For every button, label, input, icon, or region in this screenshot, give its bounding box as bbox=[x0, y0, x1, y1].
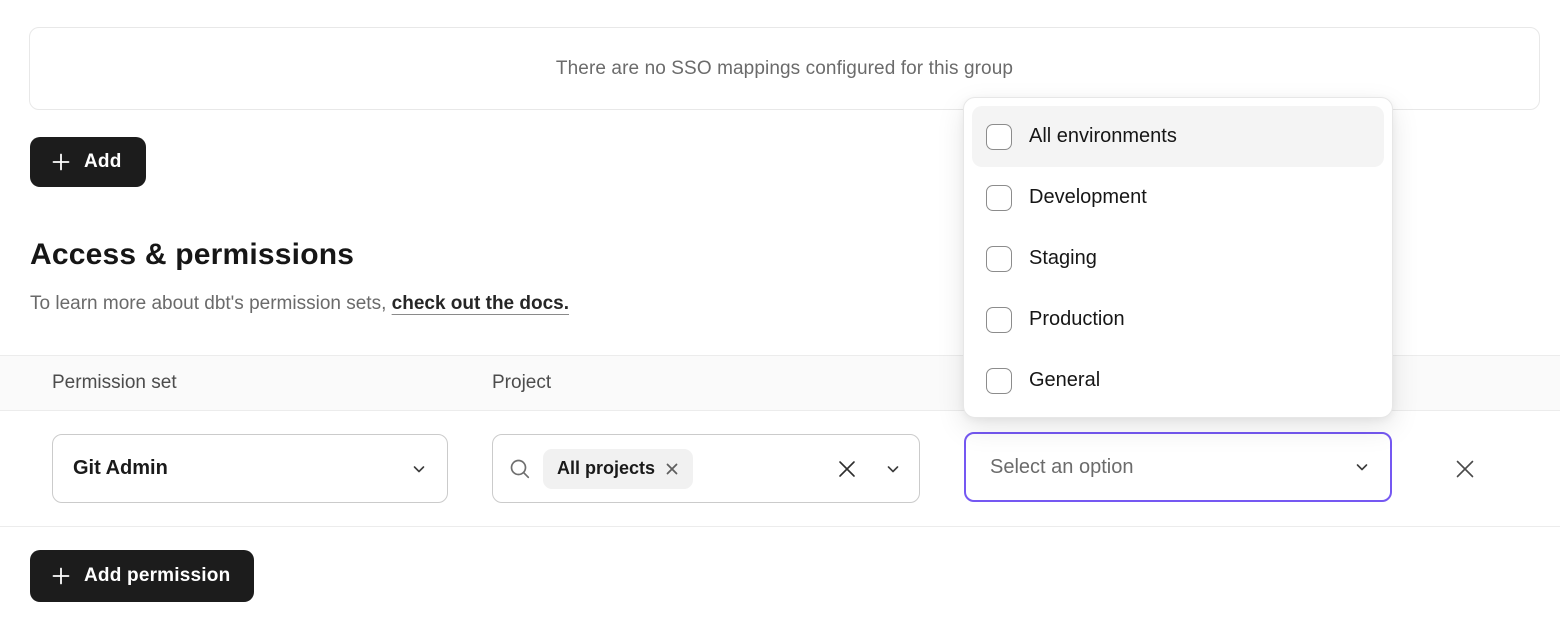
option-label: Staging bbox=[1029, 247, 1097, 270]
sso-empty-message: There are no SSO mappings configured for… bbox=[556, 58, 1013, 80]
checkbox-icon[interactable] bbox=[986, 124, 1012, 150]
project-multiselect[interactable]: All projects bbox=[492, 434, 920, 503]
add-button-label: Add bbox=[84, 151, 122, 173]
plus-icon bbox=[50, 151, 72, 173]
permission-set-select[interactable]: Git Admin bbox=[52, 434, 448, 503]
add-sso-mapping-button[interactable]: Add bbox=[30, 137, 146, 187]
add-permission-button[interactable]: Add permission bbox=[30, 550, 254, 602]
clear-selection-icon[interactable] bbox=[835, 457, 859, 481]
dropdown-option-all-environments[interactable]: All environments bbox=[972, 106, 1384, 167]
environment-placeholder: Select an option bbox=[990, 456, 1352, 479]
chevron-down-icon bbox=[1352, 457, 1372, 477]
dropdown-option-staging[interactable]: Staging bbox=[972, 228, 1384, 289]
checkbox-icon[interactable] bbox=[986, 246, 1012, 272]
chip-remove-icon[interactable] bbox=[665, 462, 679, 476]
chevron-down-icon[interactable] bbox=[883, 459, 903, 479]
dropdown-option-general[interactable]: General bbox=[972, 350, 1384, 411]
group-settings-page: There are no SSO mappings configured for… bbox=[0, 0, 1560, 628]
dropdown-option-production[interactable]: Production bbox=[972, 289, 1384, 350]
plus-icon bbox=[50, 565, 72, 587]
chip-label: All projects bbox=[557, 458, 655, 479]
checkbox-icon[interactable] bbox=[986, 368, 1012, 394]
option-label: All environments bbox=[1029, 125, 1177, 148]
page-title: Access & permissions bbox=[30, 238, 354, 272]
add-permission-label: Add permission bbox=[84, 565, 230, 587]
option-label: General bbox=[1029, 369, 1100, 392]
section-description: To learn more about dbt's permission set… bbox=[30, 293, 569, 315]
option-label: Production bbox=[1029, 308, 1125, 331]
description-text: To learn more about dbt's permission set… bbox=[30, 293, 392, 314]
dropdown-option-development[interactable]: Development bbox=[972, 167, 1384, 228]
checkbox-icon[interactable] bbox=[986, 307, 1012, 333]
docs-link[interactable]: check out the docs. bbox=[392, 293, 569, 314]
selected-project-chip[interactable]: All projects bbox=[543, 449, 693, 489]
permission-set-value: Git Admin bbox=[73, 457, 409, 480]
close-icon bbox=[1452, 456, 1478, 482]
checkbox-icon[interactable] bbox=[986, 185, 1012, 211]
chevron-down-icon bbox=[409, 459, 429, 479]
remove-permission-row-button[interactable] bbox=[1450, 454, 1480, 484]
search-icon bbox=[507, 456, 533, 482]
column-header-permission-set: Permission set bbox=[52, 372, 177, 394]
option-label: Development bbox=[1029, 186, 1147, 209]
column-header-project: Project bbox=[492, 372, 551, 394]
environment-select[interactable]: Select an option bbox=[964, 432, 1392, 502]
environment-dropdown-panel: All environments Development Staging Pro… bbox=[963, 97, 1393, 418]
